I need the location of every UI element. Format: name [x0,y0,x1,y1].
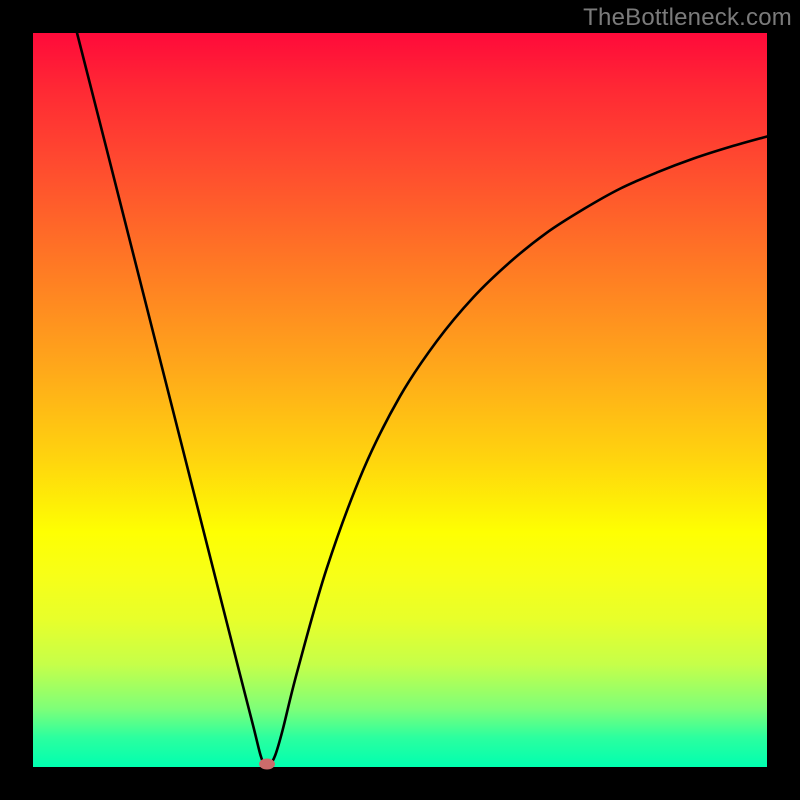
min-marker [259,759,275,770]
plot-area [33,33,767,767]
chart-curve [33,33,767,767]
chart-frame: TheBottleneck.com [0,0,800,800]
watermark-text: TheBottleneck.com [583,4,792,32]
